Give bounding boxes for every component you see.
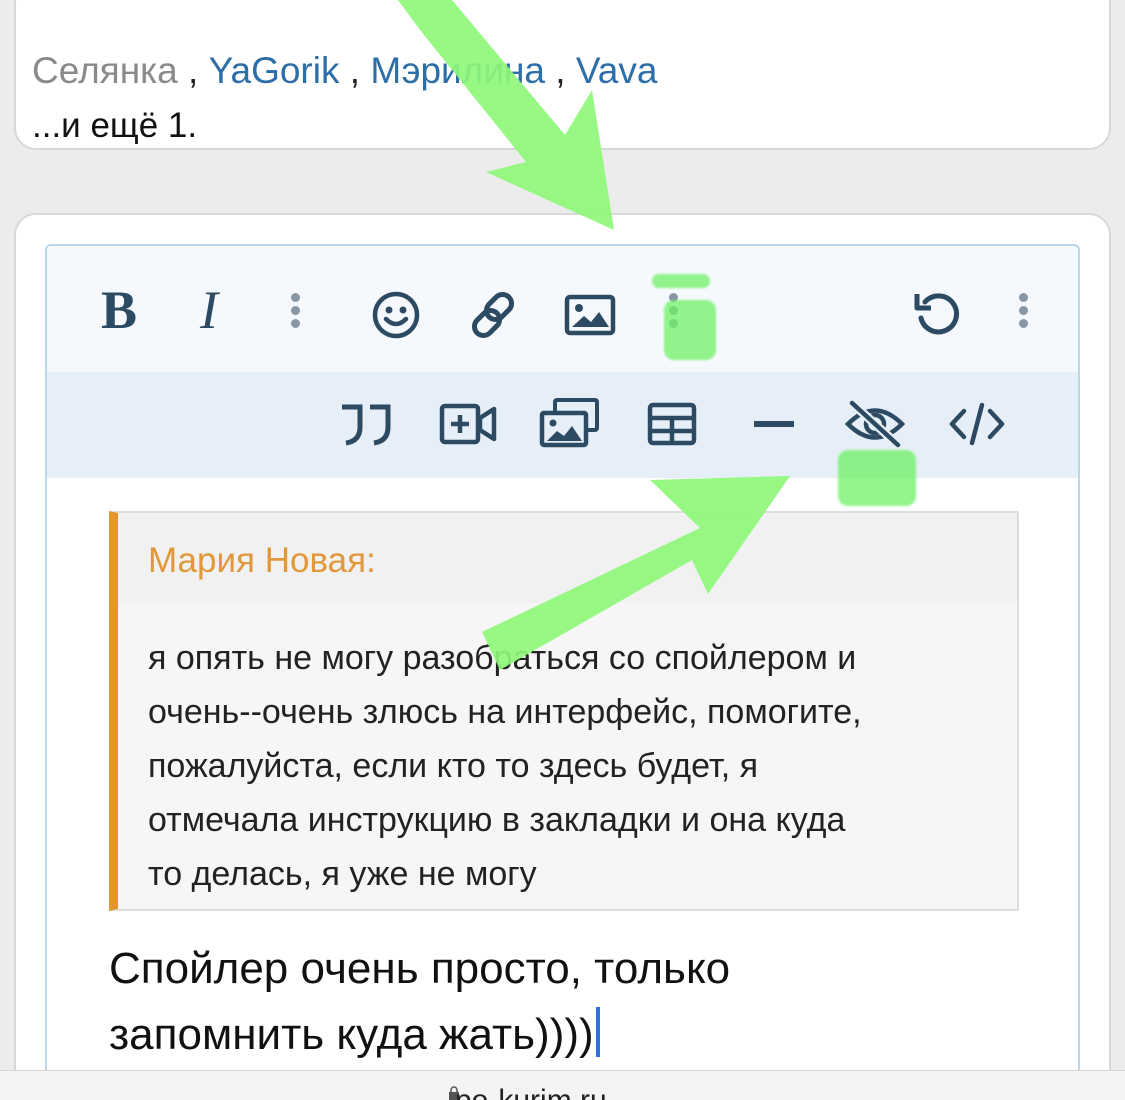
quote-line: я опять не могу разобраться со спойлером… (148, 639, 857, 677)
reaction-user-link[interactable]: YaGorik (209, 50, 340, 91)
spoiler-button[interactable] (843, 398, 907, 450)
reply-line: Спойлер очень просто, только (109, 944, 731, 993)
hr-button[interactable] (751, 406, 797, 442)
link-button[interactable] (465, 288, 521, 342)
annotation-highlight (652, 274, 710, 288)
quote-line: отмечала инструкцию в закладки и она куд… (148, 801, 846, 839)
italic-button[interactable]: I (181, 280, 237, 340)
table-button[interactable] (645, 400, 699, 448)
quote-button[interactable] (337, 398, 395, 450)
image-icon (564, 294, 616, 336)
italic-icon: I (200, 280, 218, 340)
reply-line-last: запомнить куда жать)))) (109, 1002, 1009, 1068)
undo-button[interactable] (909, 286, 965, 342)
table-icon (647, 402, 697, 446)
reactions-more-link[interactable]: ...и ещё 1. (32, 106, 197, 146)
annotation-highlight (838, 450, 916, 506)
rich-text-editor: B I Мария Новая: я опять не могу разобра… (45, 244, 1080, 1100)
text-caret (595, 1007, 600, 1057)
gallery-icon (539, 398, 599, 448)
more-options-button[interactable] (1017, 288, 1029, 332)
more-vertical-icon (290, 289, 300, 332)
reply-input[interactable]: Спойлер очень просто, только запомнить к… (109, 936, 1009, 1068)
more-text-button[interactable] (289, 288, 301, 332)
separator: , (544, 50, 576, 91)
reaction-user-link[interactable]: Мэрилина (370, 50, 545, 91)
undo-icon (914, 293, 959, 335)
bold-icon: B (100, 280, 138, 340)
reply-line: запомнить куда жать)))) (109, 1010, 594, 1059)
quote-body: я опять не могу разобраться со спойлером… (148, 631, 1008, 901)
toolbar-primary: B I (47, 246, 1078, 372)
quote-line: пожалуйста, если кто то здесь будет, я (148, 747, 759, 785)
separator: , (177, 50, 209, 91)
quote-line: очень--очень злюсь на интерфейс, помогит… (148, 693, 862, 731)
browser-url[interactable]: po-kurim.ru (455, 1084, 607, 1100)
toolbar-secondary (47, 372, 1078, 478)
gallery-button[interactable] (539, 396, 601, 450)
image-button[interactable] (562, 290, 618, 340)
horizontal-rule-icon (754, 421, 794, 427)
quote-block: Мария Новая: я опять не могу разобраться… (109, 511, 1019, 911)
more-vertical-icon (1018, 289, 1028, 332)
reactions-users: Селянка , YaGorik , Мэрилина , Vava (32, 50, 657, 92)
link-icon (471, 291, 515, 339)
bold-button[interactable]: B (91, 280, 147, 340)
video-plus-icon (439, 403, 497, 445)
separator: , (339, 50, 371, 91)
emoji-button[interactable] (369, 288, 423, 342)
code-icon (949, 402, 1005, 446)
code-button[interactable] (947, 400, 1007, 448)
annotation-highlight (664, 300, 716, 360)
media-button[interactable] (439, 400, 497, 448)
reaction-user-link[interactable]: Селянка (32, 50, 178, 91)
quote-line: то делась, я уже не могу (148, 855, 537, 893)
smiley-icon (372, 291, 420, 339)
quote-author[interactable]: Мария Новая: (148, 541, 376, 581)
eye-slash-icon (844, 399, 906, 449)
reaction-user-link[interactable]: Vava (576, 50, 658, 91)
quote-icon (342, 404, 391, 446)
